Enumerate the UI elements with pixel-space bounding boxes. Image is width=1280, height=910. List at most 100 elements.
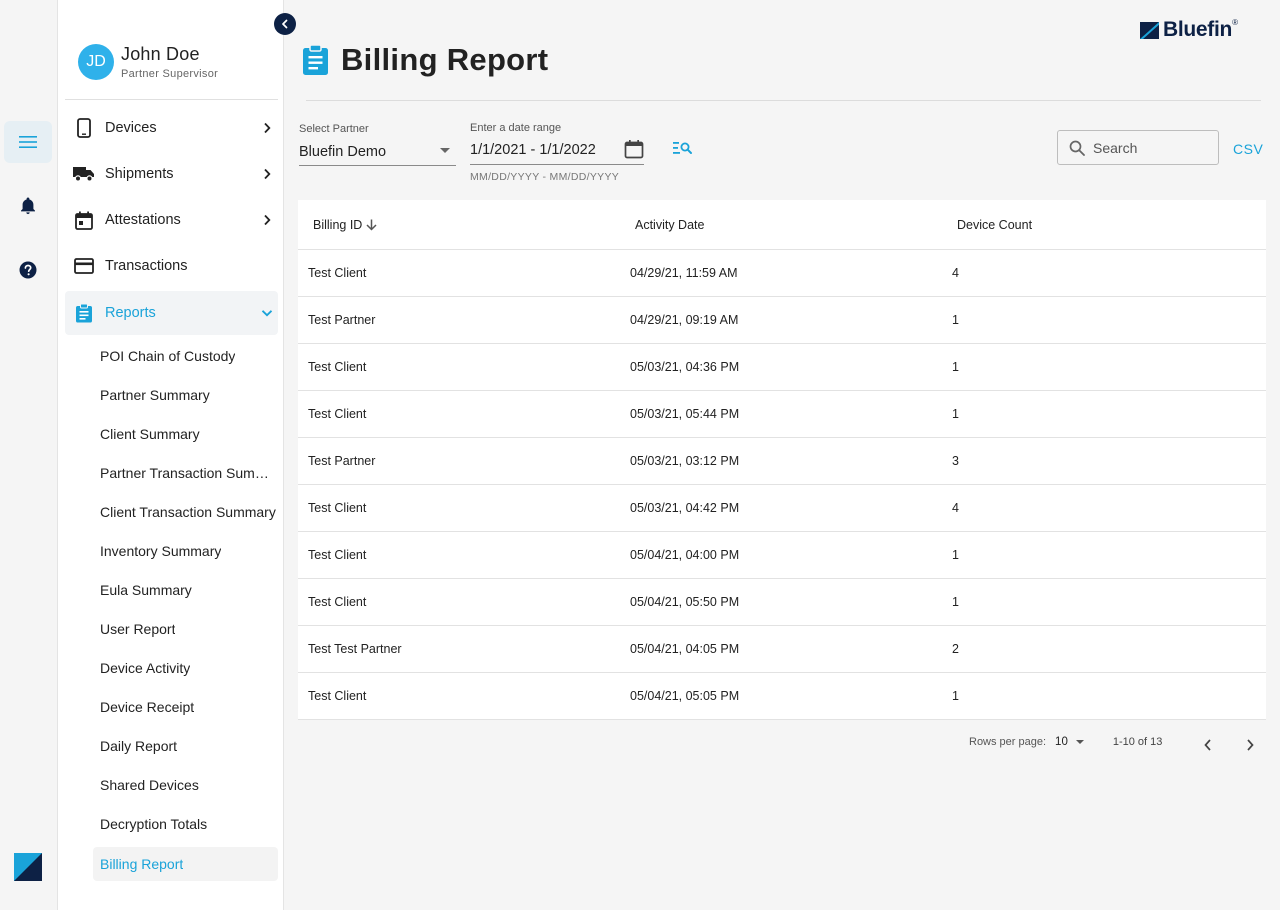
search-icon (1069, 140, 1085, 156)
rows-per-page-label: Rows per page: (969, 736, 1047, 748)
cell-billing-id: Test Client (308, 360, 367, 374)
report-link-shared-devices[interactable]: Shared Devices (93, 768, 278, 802)
cell-activity-date: 04/29/21, 11:59 AM (630, 266, 738, 280)
table-row[interactable]: Test Client 05/03/21, 05:44 PM 1 (298, 391, 1266, 438)
table-row[interactable]: Test Client 04/29/21, 11:59 AM 4 (298, 250, 1266, 297)
table-row[interactable]: Test Partner 04/29/21, 09:19 AM 1 (298, 297, 1266, 344)
header-divider (306, 100, 1261, 101)
user-role: Partner Supervisor (121, 68, 219, 80)
sidebar-item-transactions[interactable]: Transactions (65, 246, 278, 286)
caret-down-icon (440, 148, 450, 153)
report-link-partner-summary[interactable]: Partner Summary (93, 378, 278, 412)
truck-icon (73, 163, 95, 185)
cell-billing-id: Test Partner (308, 454, 376, 468)
cell-activity-date: 05/04/21, 04:00 PM (630, 548, 740, 562)
calendar-icon[interactable] (624, 139, 644, 159)
phone-icon (73, 117, 95, 139)
column-header-device-count[interactable]: Device Count (942, 218, 1262, 232)
table-row[interactable]: Test Client 05/04/21, 05:05 PM 1 (298, 673, 1266, 720)
cell-billing-id: Test Client (308, 689, 367, 703)
caret-down-icon[interactable] (1075, 740, 1084, 744)
table-row[interactable]: Test Client 05/03/21, 04:36 PM 1 (298, 344, 1266, 391)
main-content: Bluefin ® Billing Report Select Partner … (284, 0, 1280, 910)
cell-device-count: 1 (952, 595, 959, 609)
cell-device-count: 1 (952, 407, 959, 421)
rows-per-page-select[interactable]: 10 (1055, 736, 1068, 748)
report-link-user-report[interactable]: User Report (93, 612, 278, 646)
table-header: Billing ID Activity Date Device Count (298, 200, 1266, 250)
cell-device-count: 1 (952, 548, 959, 562)
sidebar-item-label: Reports (105, 305, 156, 321)
table-row[interactable]: Test Client 05/04/21, 04:00 PM 1 (298, 532, 1266, 579)
report-link-billing-report[interactable]: Billing Report (93, 847, 278, 881)
billing-table: Billing ID Activity Date Device Count Te… (298, 200, 1266, 720)
csv-export-button[interactable]: CSV (1233, 141, 1263, 157)
chevron-right-icon[interactable] (1244, 738, 1256, 752)
sidebar-divider (65, 99, 278, 100)
report-link-poi-chain-of-custody[interactable]: POI Chain of Custody (93, 339, 278, 373)
report-link-device-receipt[interactable]: Device Receipt (93, 690, 278, 724)
menu-button[interactable] (4, 121, 52, 163)
cell-activity-date: 04/29/21, 09:19 AM (630, 313, 739, 327)
report-link-partner-transaction-summary[interactable]: Partner Transaction Summary (93, 456, 278, 490)
filter-search-icon[interactable] (673, 140, 693, 156)
help-button[interactable] (4, 249, 52, 291)
cell-billing-id: Test Client (308, 595, 367, 609)
column-header-activity-date[interactable]: Activity Date (620, 218, 942, 232)
brand-name: Bluefin (1163, 18, 1233, 41)
brand-registered-mark: ® (1232, 17, 1238, 27)
cell-billing-id: Test Client (308, 548, 367, 562)
cell-billing-id: Test Client (308, 266, 367, 280)
cell-activity-date: 05/04/21, 05:50 PM (630, 595, 740, 609)
user-name: John Doe (121, 44, 200, 64)
cell-device-count: 2 (952, 642, 959, 656)
bluefin-mark-icon (14, 853, 42, 881)
sidebar-item-label: Shipments (105, 166, 174, 182)
clipboard-icon (73, 302, 95, 324)
cell-billing-id: Test Test Partner (308, 642, 402, 656)
date-range-label: Enter a date range (470, 122, 562, 134)
sidebar-item-label: Transactions (105, 258, 188, 274)
report-link-client-transaction-summary[interactable]: Client Transaction Summary (93, 495, 278, 529)
chevron-down-icon (260, 306, 274, 320)
table-row[interactable]: Test Test Partner 05/04/21, 04:05 PM 2 (298, 626, 1266, 673)
cell-device-count: 4 (952, 501, 959, 515)
report-link-decryption-totals[interactable]: Decryption Totals (93, 807, 278, 841)
chevron-left-icon[interactable] (1202, 738, 1214, 752)
cell-device-count: 4 (952, 266, 959, 280)
avatar: JD (78, 44, 114, 80)
search-input[interactable] (1093, 139, 1203, 156)
table-row[interactable]: Test Client 05/03/21, 04:42 PM 4 (298, 485, 1266, 532)
chevron-right-icon (260, 213, 274, 227)
cell-activity-date: 05/03/21, 04:42 PM (630, 501, 740, 515)
search-field[interactable] (1057, 130, 1219, 165)
cell-billing-id: Test Client (308, 407, 367, 421)
cell-activity-date: 05/04/21, 05:05 PM (630, 689, 740, 703)
report-link-client-summary[interactable]: Client Summary (93, 417, 278, 451)
report-link-eula-summary[interactable]: Eula Summary (93, 573, 278, 607)
sidebar-item-devices[interactable]: Devices (65, 108, 278, 148)
report-link-device-activity[interactable]: Device Activity (93, 651, 278, 685)
sidebar-item-attestations[interactable]: Attestations (65, 200, 278, 240)
partner-select-label: Select Partner (299, 123, 369, 135)
sidebar-item-reports[interactable]: Reports (65, 291, 278, 335)
date-range-input[interactable]: 1/1/2021 - 1/1/2022 (470, 136, 644, 165)
sidebar-item-shipments[interactable]: Shipments (65, 154, 278, 194)
sidebar: JD John Doe Partner Supervisor Devices S… (57, 0, 296, 910)
date-range-hint: MM/DD/YYYY - MM/DD/YYYY (470, 171, 620, 183)
table-row[interactable]: Test Client 05/04/21, 05:50 PM 1 (298, 579, 1266, 626)
partner-select-value: Bluefin Demo (299, 143, 387, 160)
help-icon (19, 261, 37, 279)
partner-select[interactable]: Bluefin Demo (299, 138, 456, 166)
column-header-billing-id[interactable]: Billing ID (298, 218, 620, 232)
table-row[interactable]: Test Partner 05/03/21, 03:12 PM 3 (298, 438, 1266, 485)
cell-activity-date: 05/03/21, 05:44 PM (630, 407, 740, 421)
credit-card-icon (73, 255, 95, 277)
report-link-inventory-summary[interactable]: Inventory Summary (93, 534, 278, 568)
cell-device-count: 1 (952, 360, 959, 374)
cell-device-count: 1 (952, 689, 959, 703)
report-link-daily-report[interactable]: Daily Report (93, 729, 278, 763)
user-profile: JD John Doe Partner Supervisor (78, 44, 218, 80)
sidebar-item-label: Devices (105, 120, 157, 136)
notifications-button[interactable] (4, 185, 52, 227)
